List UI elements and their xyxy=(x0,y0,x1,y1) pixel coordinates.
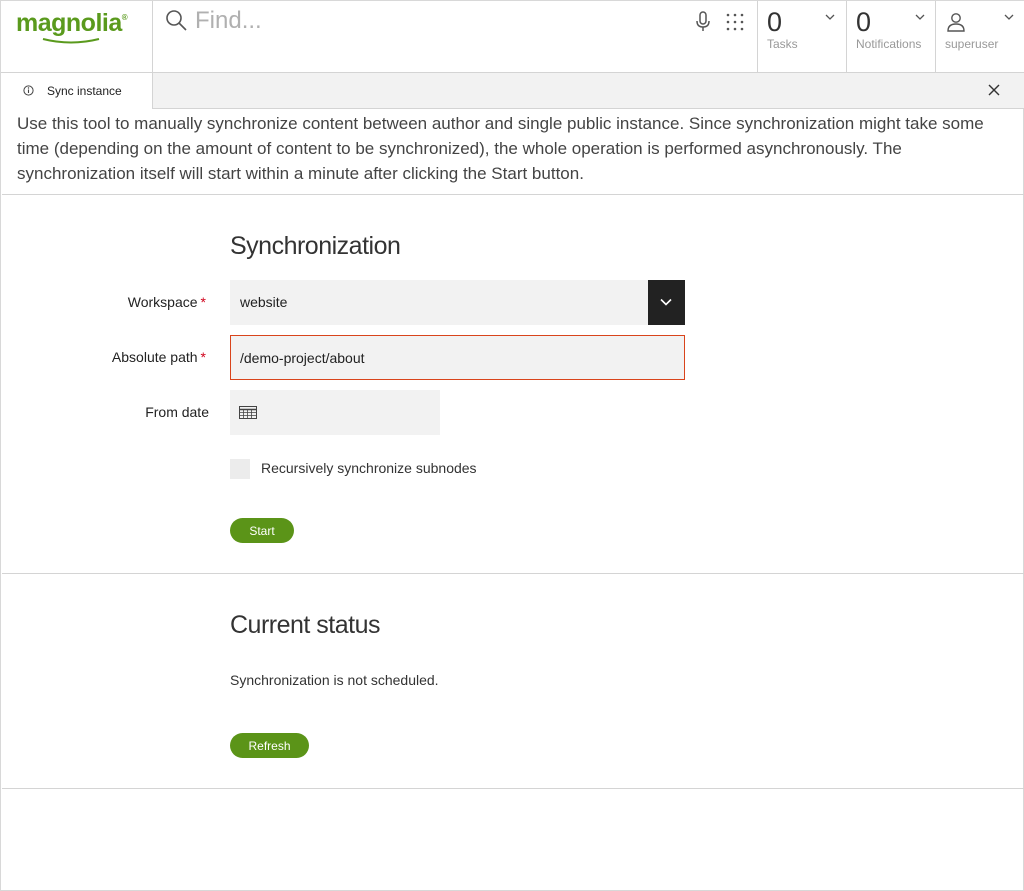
chevron-down-icon xyxy=(915,14,925,20)
microphone-icon[interactable] xyxy=(695,11,711,33)
logo-swoosh-icon xyxy=(42,38,100,44)
notifications-label: Notifications xyxy=(856,37,922,51)
logo-text: magnolia xyxy=(16,9,122,37)
workspace-select[interactable]: website xyxy=(230,280,685,325)
workspace-label: Workspace * xyxy=(128,294,206,310)
notifications-count: 0 xyxy=(856,7,872,37)
header-bar: magnolia® Find... 0 Tasks 0 Notification… xyxy=(1,1,1024,73)
absolute-path-label: Absolute path * xyxy=(112,349,206,365)
chevron-down-icon xyxy=(825,14,835,20)
tasks-label: Tasks xyxy=(767,37,798,51)
required-marker: * xyxy=(200,294,206,310)
logo[interactable]: magnolia® xyxy=(1,1,153,73)
start-button[interactable]: Start xyxy=(230,518,294,543)
chevron-down-icon xyxy=(660,298,672,306)
section-divider xyxy=(2,573,1024,574)
refresh-button[interactable]: Refresh xyxy=(230,733,309,758)
app-launcher-icon[interactable] xyxy=(725,13,745,33)
recursive-label: Recursively synchronize subnodes xyxy=(261,460,477,476)
from-date-field[interactable] xyxy=(230,390,440,435)
search-icon[interactable] xyxy=(165,9,189,33)
notifications-indicator[interactable]: 0 Notifications xyxy=(846,1,936,73)
user-name: superuser xyxy=(945,37,999,51)
tool-description: Use this tool to manually synchronize co… xyxy=(2,109,1024,195)
workspace-dropdown-button[interactable] xyxy=(648,280,685,325)
synchronization-title: Synchronization xyxy=(230,232,401,260)
search-area xyxy=(153,1,758,73)
tab-label: Sync instance xyxy=(47,84,122,98)
section-divider xyxy=(2,788,1024,789)
chevron-down-icon xyxy=(1004,14,1014,20)
user-menu[interactable]: superuser xyxy=(935,1,1024,73)
absolute-path-label-text: Absolute path xyxy=(111,349,198,365)
recursive-checkbox[interactable] xyxy=(230,459,250,479)
close-icon[interactable] xyxy=(987,83,1001,97)
logo-wordmark: magnolia® xyxy=(16,9,128,38)
app-window: magnolia® Find... 0 Tasks 0 Notification… xyxy=(0,0,1024,891)
from-date-label: From date xyxy=(145,404,209,420)
status-message: Synchronization is not scheduled. xyxy=(230,672,439,688)
calendar-icon[interactable] xyxy=(239,406,257,419)
tasks-indicator[interactable]: 0 Tasks xyxy=(757,1,847,73)
tasks-count: 0 xyxy=(767,7,783,37)
workspace-value: website xyxy=(240,294,288,310)
info-icon xyxy=(23,85,34,96)
search-input[interactable] xyxy=(195,5,675,37)
required-marker: * xyxy=(200,349,206,365)
logo-registered-mark: ® xyxy=(121,13,128,22)
current-status-title: Current status xyxy=(230,611,381,639)
workspace-label-text: Workspace xyxy=(127,294,198,310)
user-icon xyxy=(947,13,965,32)
absolute-path-input[interactable] xyxy=(230,335,685,380)
tab-bar: Sync instance xyxy=(2,73,1024,109)
tab-sync-instance[interactable]: Sync instance xyxy=(2,73,153,109)
